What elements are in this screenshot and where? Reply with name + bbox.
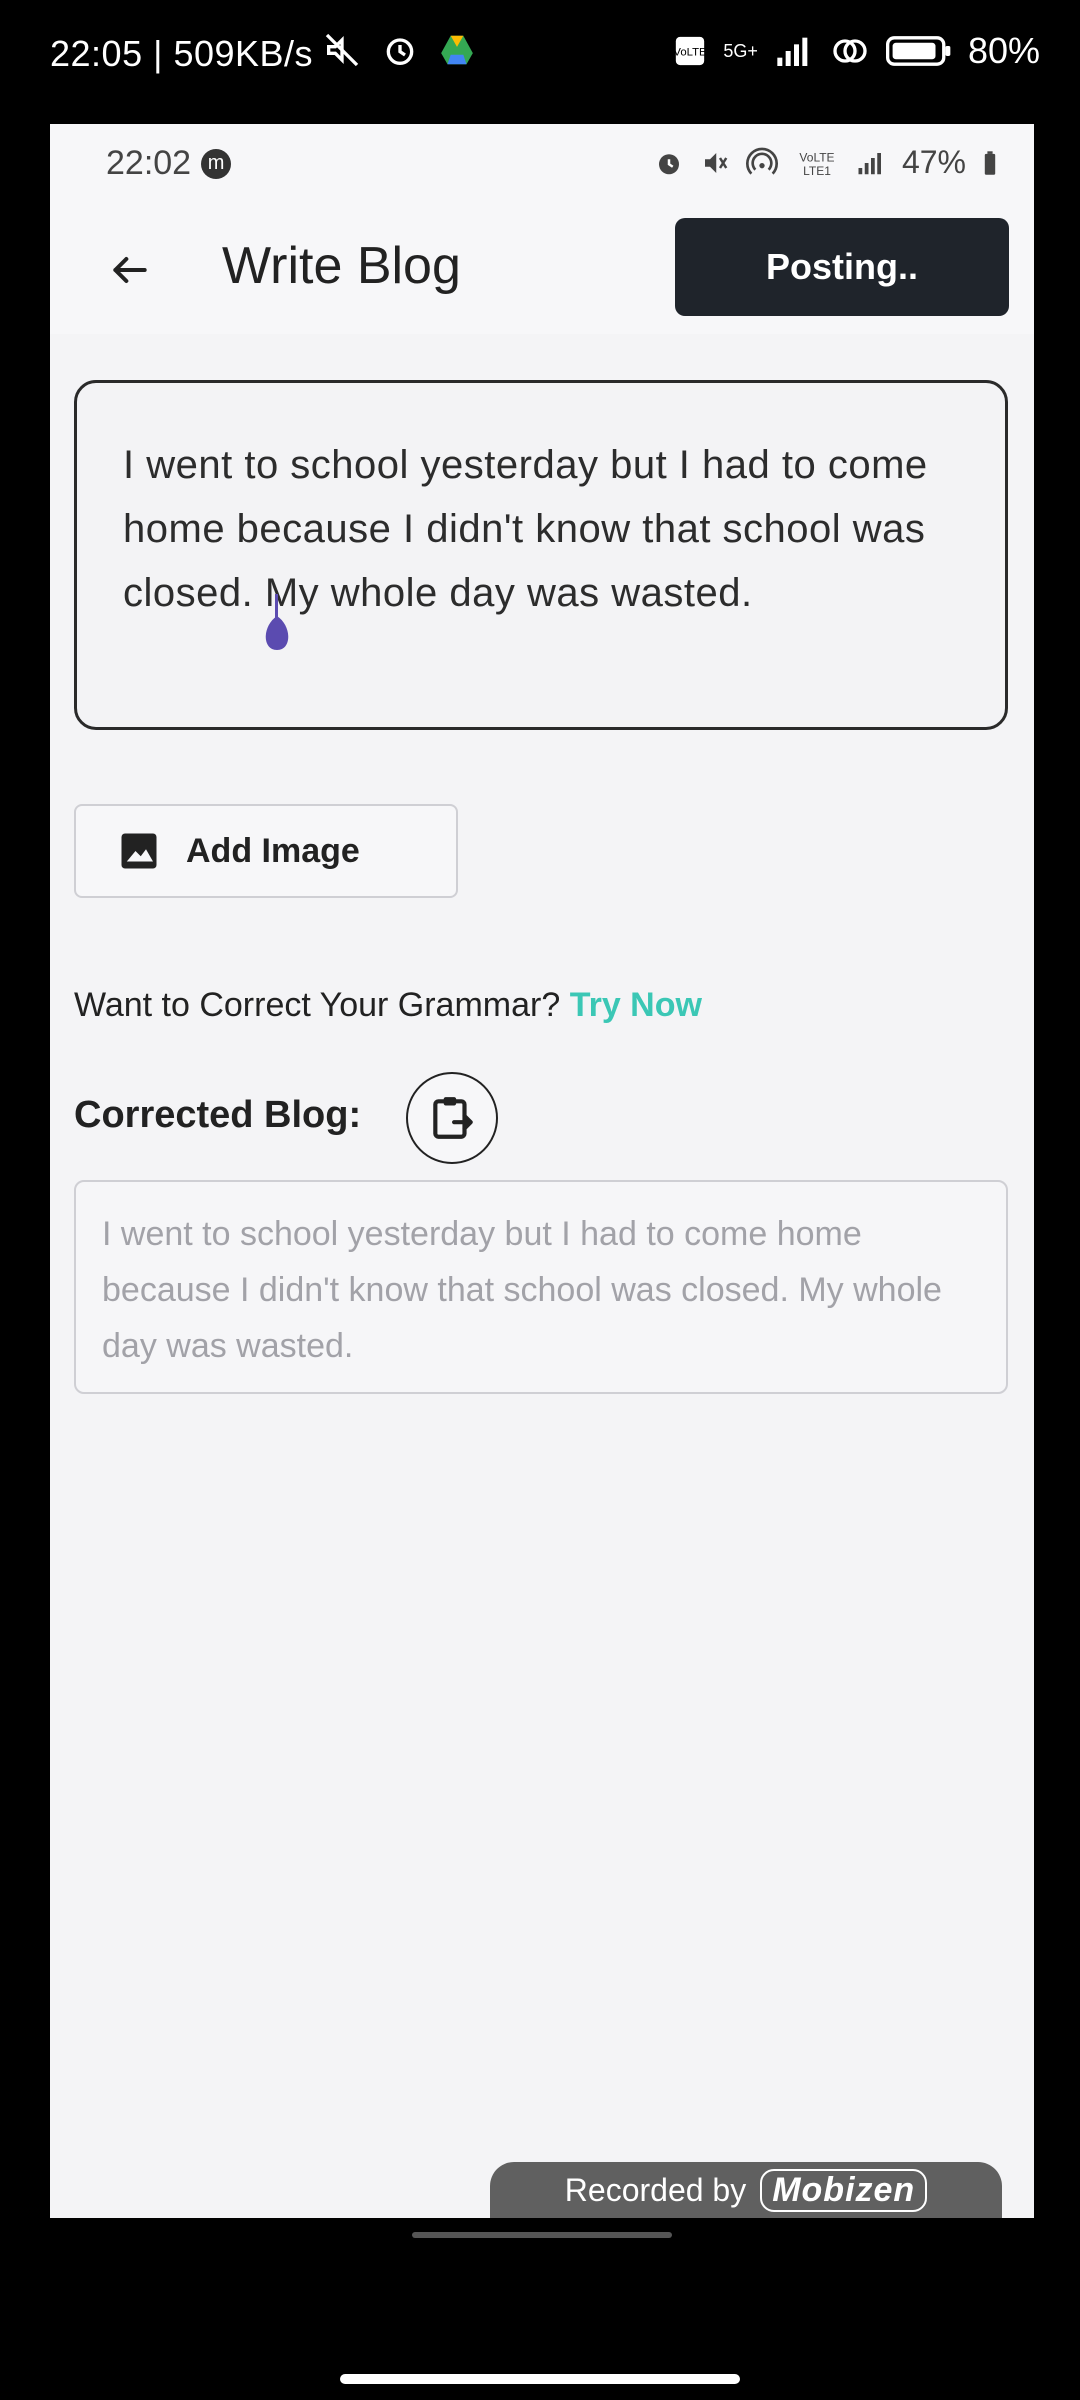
drive-icon: [438, 31, 476, 69]
clipboard-icon: [433, 1097, 473, 1139]
app-status-time-group: 22:02 m: [106, 144, 232, 183]
app-status-icons: VoLTE LTE1 47%: [654, 144, 998, 181]
svg-text:VoLTE: VoLTE: [799, 150, 834, 164]
grammar-prompt-row: Want to Correct Your Grammar? Try Now: [74, 986, 702, 1025]
corrected-blog-label: Corrected Blog:: [74, 1094, 362, 1136]
svg-text:LTE1: LTE1: [803, 164, 831, 178]
app-status-bar: 22:02 m VoLTE LTE1 47%: [50, 124, 1034, 204]
corrected-blog-output: I went to school yesterday but I had to …: [74, 1180, 1008, 1394]
app-screen: 22:02 m VoLTE LTE1 47% Write Blog Postin…: [50, 124, 1034, 2218]
try-now-link[interactable]: Try Now: [570, 986, 702, 1024]
post-button[interactable]: Posting..: [675, 218, 1009, 316]
network-type: 5G+: [723, 41, 758, 61]
recorder-watermark: Recorded by Mobizen: [490, 2162, 1002, 2218]
text-cursor-handle[interactable]: [252, 594, 302, 654]
battery-icon: [885, 34, 952, 68]
add-image-label: Add Image: [186, 831, 360, 870]
app-bar: Write Blog Posting..: [50, 204, 1034, 334]
alarm-icon: [380, 30, 420, 70]
svg-text:VoLTE: VoLTE: [674, 46, 708, 58]
add-image-button[interactable]: Add Image: [74, 804, 458, 898]
corrected-blog-text: I went to school yesterday but I had to …: [102, 1215, 942, 1365]
recorded-home-indicator: [412, 2232, 672, 2238]
mute-icon: [322, 30, 362, 70]
watermark-logo: Mobizen: [760, 2168, 928, 2212]
device-status-right-icons: VoLTE 5G+ 80%: [673, 30, 1040, 72]
page-title: Write Blog: [222, 237, 461, 295]
grammar-prompt: Want to Correct Your Grammar?: [74, 986, 561, 1024]
mute-icon: [700, 148, 730, 178]
signal-icon: [856, 150, 886, 176]
image-icon: [121, 833, 157, 869]
copy-corrected-button[interactable]: [406, 1072, 498, 1164]
device-status-left-icons: [322, 30, 476, 70]
blog-text-input[interactable]: I went to school yesterday but I had to …: [74, 380, 1008, 730]
hotspot-icon: [746, 147, 778, 179]
volte-icon: VoLTE: [673, 34, 707, 68]
alarm-icon: [654, 148, 684, 178]
signal-icon: [774, 34, 814, 68]
device-status-bar: 22:05 | 509KB/s VoLTE 5G+ 80%: [0, 0, 1080, 110]
app-status-time: 22:02: [106, 144, 192, 182]
volte-icon: VoLTE LTE1: [794, 148, 840, 178]
watermark-prefix: Recorded by: [564, 2171, 747, 2208]
device-time: 22:05 | 509KB/s: [50, 33, 314, 74]
app-battery-level: 47%: [901, 144, 966, 180]
arrow-left-icon: [113, 256, 147, 284]
messenger-icon: m: [201, 148, 232, 179]
gesture-navigation-bar[interactable]: [340, 2374, 740, 2384]
back-button[interactable]: [90, 230, 170, 310]
hotspot-icon: [830, 31, 870, 71]
device-battery-level: 80%: [967, 30, 1040, 71]
blog-text-value: I went to school yesterday but I had to …: [123, 443, 928, 615]
battery-icon: [982, 150, 998, 176]
